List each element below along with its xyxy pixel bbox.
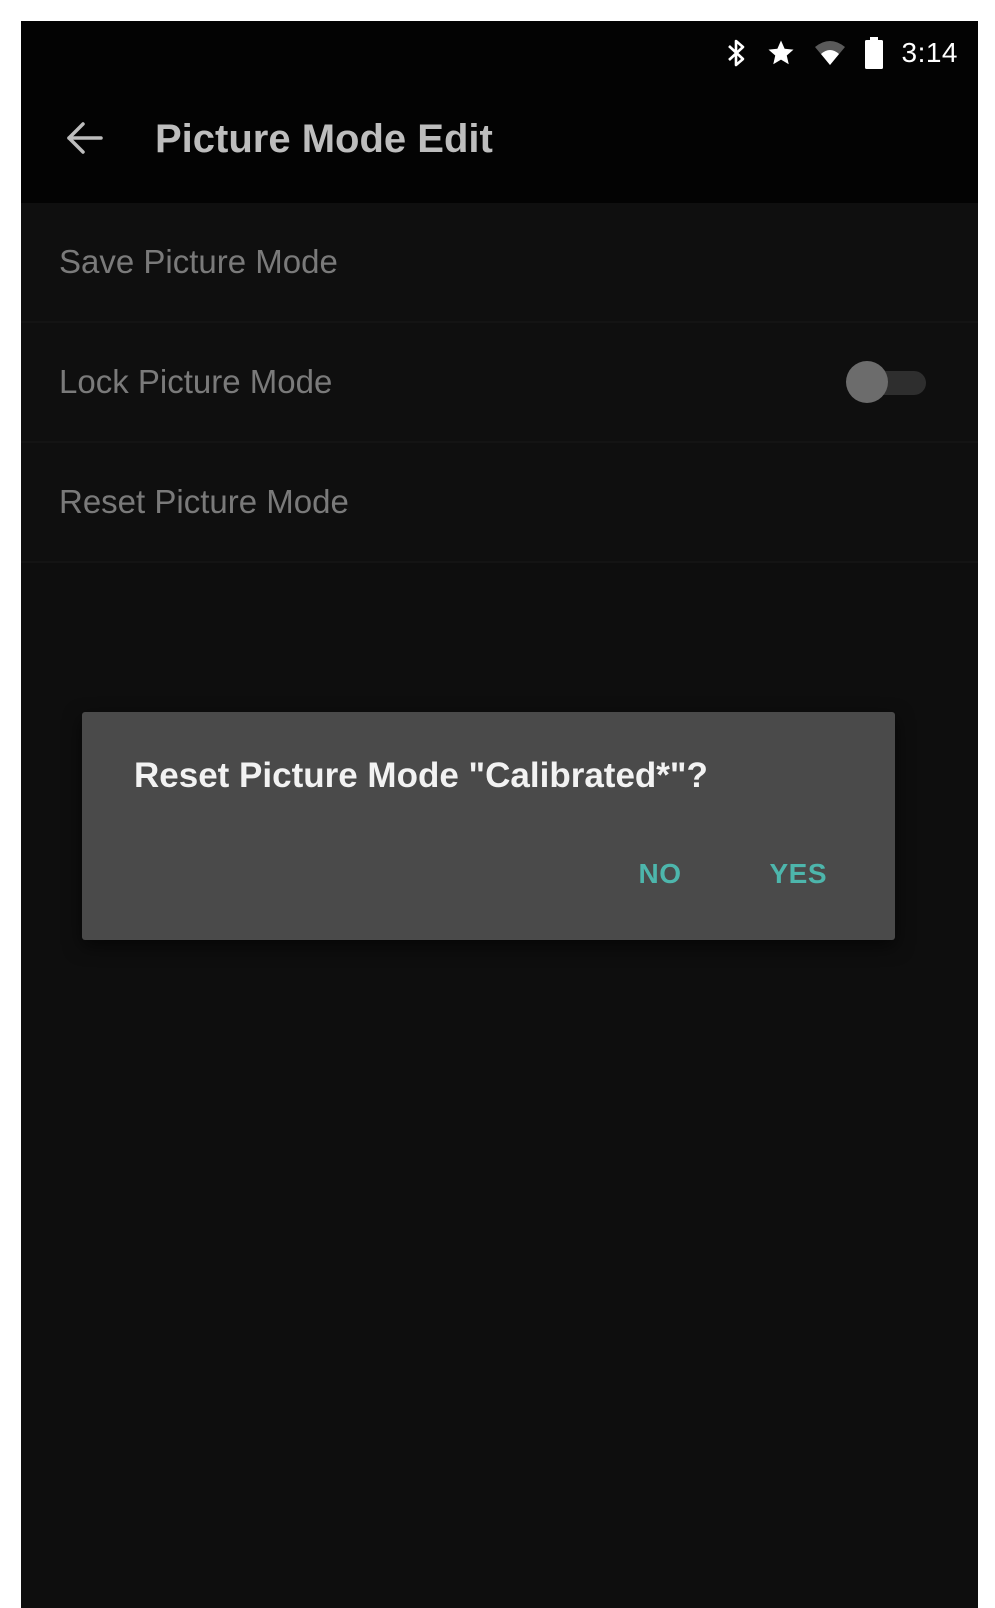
reset-confirm-dialog: Reset Picture Mode "Calibrated*"? NO YES xyxy=(82,712,895,940)
yes-button[interactable]: YES xyxy=(769,858,827,890)
arrow-back-icon[interactable] xyxy=(63,116,107,160)
menu-item-reset-picture-mode[interactable]: Reset Picture Mode xyxy=(21,443,978,563)
battery-icon xyxy=(864,37,884,69)
menu-item-label: Save Picture Mode xyxy=(59,243,338,280)
dialog-message: Reset Picture Mode "Calibrated*"? xyxy=(134,756,708,795)
dialog-actions: NO YES xyxy=(638,858,827,890)
status-bar: 3:14 xyxy=(726,29,959,77)
phone-screen: 3:14 Picture Mode Edit Save Picture Mode… xyxy=(21,21,978,1608)
lock-picture-mode-toggle[interactable] xyxy=(844,359,928,405)
menu-item-label: Lock Picture Mode xyxy=(59,363,333,400)
app-bar: 3:14 Picture Mode Edit xyxy=(21,21,978,203)
menu-item-save-picture-mode[interactable]: Save Picture Mode xyxy=(21,203,978,323)
toggle-thumb xyxy=(846,361,888,403)
menu-item-lock-picture-mode[interactable]: Lock Picture Mode xyxy=(21,323,978,443)
wifi-icon xyxy=(814,39,846,67)
page-title: Picture Mode Edit xyxy=(155,117,493,161)
no-button[interactable]: NO xyxy=(638,858,681,890)
star-icon xyxy=(766,38,796,68)
settings-menu: Save Picture Mode Lock Picture Mode Rese… xyxy=(21,203,978,563)
menu-item-label: Reset Picture Mode xyxy=(59,483,349,520)
bluetooth-icon xyxy=(726,38,748,68)
status-time: 3:14 xyxy=(901,37,958,68)
